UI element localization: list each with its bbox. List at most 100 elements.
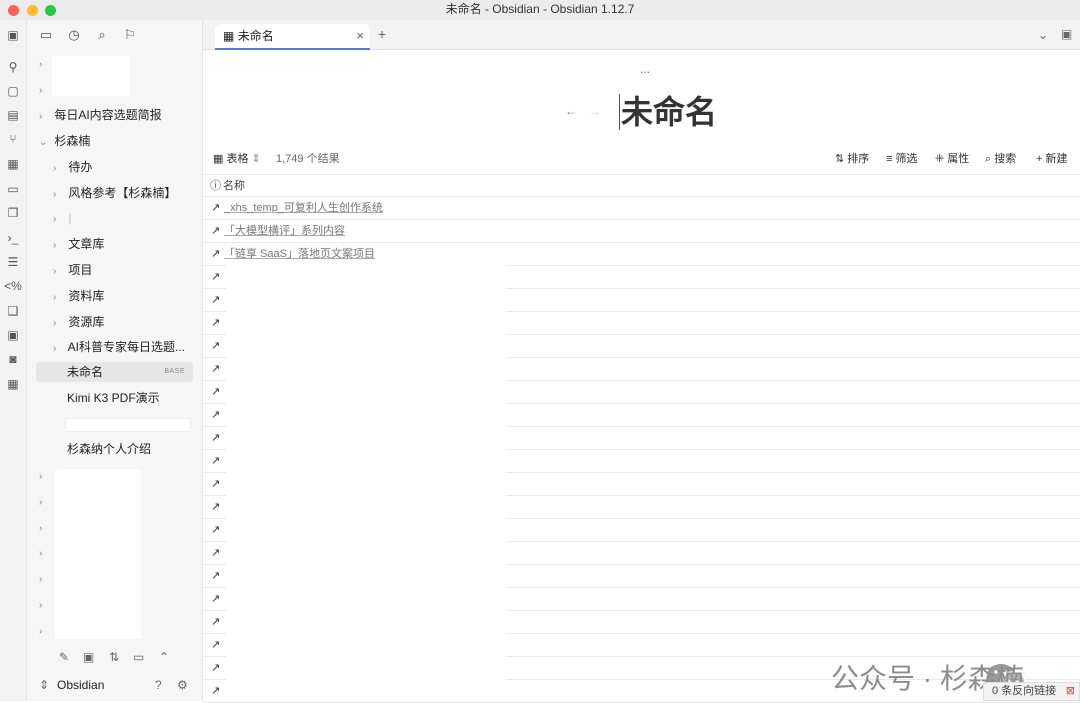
- tree-item-redacted-6[interactable]: ›: [39, 516, 51, 538]
- tree-item-redacted-3[interactable]: › |: [53, 207, 71, 229]
- minimize-window-button[interactable]: [27, 5, 38, 16]
- properties-icon: ⁜: [935, 153, 945, 165]
- copy-icon[interactable]: ❐: [4, 204, 22, 222]
- table-row[interactable]: ↗ 「链享 SaaS」落地页文案项目: [203, 243, 1080, 266]
- help-icon[interactable]: ?: [155, 678, 162, 692]
- folder-icon[interactable]: ▭: [37, 26, 55, 44]
- chevron-right-icon: ›: [39, 574, 43, 585]
- result-count: 1,749 个结果: [276, 153, 340, 165]
- row-link[interactable]: 「链享 SaaS」落地页文案项目: [224, 243, 375, 265]
- new-button[interactable]: + 新建: [1036, 148, 1068, 170]
- image-icon[interactable]: ▣: [4, 326, 22, 344]
- filter-button[interactable]: ≡ 筛选: [886, 148, 917, 170]
- more-options[interactable]: ...: [640, 62, 650, 76]
- tree-item-redacted-4[interactable]: ›: [39, 464, 51, 486]
- vault-name[interactable]: Obsidian: [57, 678, 104, 692]
- link-arrow-icon: ↗: [211, 202, 221, 214]
- bot-icon[interactable]: ◙: [4, 350, 22, 368]
- tree-item-redacted-9[interactable]: ›: [39, 593, 51, 615]
- tree-item-kimi-pdf[interactable]: Kimi K3 PDF演示: [67, 387, 160, 409]
- calendar-icon[interactable]: ▭: [4, 180, 22, 198]
- terminal-icon[interactable]: ›_: [4, 229, 22, 247]
- zoom-window-button[interactable]: [45, 5, 56, 16]
- tree-item-redacted-7[interactable]: ›: [39, 541, 51, 563]
- chevron-updown-icon: ⇕: [251, 153, 261, 165]
- sort-label: 排序: [847, 153, 870, 165]
- clock-icon[interactable]: ◷: [65, 26, 83, 44]
- table-row[interactable]: ↗ 「大模型横评」系列内容: [203, 220, 1080, 243]
- link-arrow-icon: ↗: [211, 248, 221, 260]
- graph-icon[interactable]: ⚲: [4, 58, 22, 76]
- row-link[interactable]: _xhs_temp_可复利人生创作系统: [224, 197, 383, 219]
- page-title[interactable]: 未命名: [621, 92, 717, 132]
- new-label: 新建: [1045, 153, 1068, 165]
- new-folder-icon[interactable]: ▣: [83, 650, 94, 664]
- text-cursor: |: [68, 211, 72, 225]
- list-icon[interactable]: ☰: [4, 253, 22, 271]
- search-button[interactable]: ⌕ 搜索: [985, 148, 1016, 170]
- tree-item-todo[interactable]: › 待办: [53, 156, 92, 178]
- tree-item-daily-brief[interactable]: › 每日AI内容选题简报: [39, 104, 162, 126]
- tree-item-redacted-2[interactable]: ›: [39, 78, 51, 100]
- filter-label: 筛选: [895, 153, 918, 165]
- link-arrow-icon: ↗: [211, 478, 221, 490]
- redacted-area: [226, 265, 506, 697]
- chevron-right-icon: ›: [53, 266, 57, 277]
- tree-item-redacted-5[interactable]: ›: [39, 490, 51, 512]
- tree-item-redacted-10[interactable]: ›: [39, 619, 51, 641]
- tree-item-ai-science[interactable]: › AI科普专家每日选题...: [53, 336, 185, 358]
- tree-item-redacted-1[interactable]: ›: [39, 52, 51, 74]
- tree-item-redacted-8[interactable]: ›: [39, 567, 51, 589]
- right-sidebar-toggle-icon[interactable]: ▣: [1061, 27, 1072, 41]
- branch-icon[interactable]: ⑂: [4, 130, 22, 148]
- search-icon[interactable]: ⌕: [93, 26, 111, 44]
- tree-item-style-ref[interactable]: › 风格参考【杉森楠】: [53, 182, 176, 204]
- view-selector[interactable]: ▦ 表格 ⇕: [213, 148, 261, 170]
- title-cursor: [619, 94, 620, 130]
- row-link[interactable]: 「大模型横评」系列内容: [224, 220, 345, 242]
- sort-button[interactable]: ⇅ 排序: [835, 148, 869, 170]
- new-note-icon[interactable]: ✎: [59, 650, 69, 664]
- tree-item-articles[interactable]: › 文章库: [53, 233, 104, 255]
- settings-icon[interactable]: ⚙: [177, 678, 188, 692]
- sidebar-footer: ✎ ▣ ⇅ ▭ ⌃ ⇕ Obsidian ? ⚙: [27, 648, 203, 701]
- vault-switch-icon[interactable]: ⇕: [39, 678, 49, 692]
- status-bar: 0 条反向链接 ⊠: [983, 682, 1080, 701]
- template-icon[interactable]: <%: [4, 277, 22, 295]
- table-row[interactable]: ↗ _xhs_temp_可复利人生创作系统: [203, 197, 1080, 220]
- bookmark-icon[interactable]: ⚐: [121, 26, 139, 44]
- book-icon[interactable]: ❑: [4, 302, 22, 320]
- sidebar-toggle-icon[interactable]: ▣: [4, 26, 22, 44]
- close-window-button[interactable]: [8, 5, 19, 16]
- chevron-right-icon: ›: [39, 111, 43, 122]
- tree-item-projects[interactable]: › 项目: [53, 259, 92, 281]
- close-tab-icon[interactable]: ×: [356, 24, 364, 48]
- tree-item-untitled-base[interactable]: 未命名 BASE: [36, 362, 193, 382]
- tree-item-materials[interactable]: › 资料库: [53, 285, 104, 307]
- table-icon[interactable]: ▦: [4, 375, 22, 393]
- chevron-down-icon[interactable]: ⌄: [1038, 28, 1048, 42]
- collapse-all-icon[interactable]: ⌃: [159, 650, 169, 664]
- tree-item-profile[interactable]: 杉森纳个人介绍: [67, 438, 151, 460]
- chevron-right-icon: ›: [39, 548, 43, 559]
- new-tab-icon[interactable]: +: [378, 26, 386, 42]
- tab-untitled[interactable]: ▦ 未命名 ×: [215, 24, 370, 50]
- file-explorer: ▭ ◷ ⌕ ⚐ › › › 每日AI内容选题简报 ⌄ 杉森楠 › 待办 › 风格…: [27, 20, 203, 701]
- collapse-view-icon[interactable]: ▭: [133, 650, 144, 664]
- sort-icon[interactable]: ⇅: [109, 650, 119, 664]
- back-arrow-icon[interactable]: ←: [565, 104, 577, 118]
- window-titlebar: 未命名 - Obsidian - Obsidian 1.12.7: [0, 0, 1080, 20]
- chevron-down-icon: ⌄: [39, 137, 48, 148]
- link-arrow-icon: ↗: [211, 570, 221, 582]
- tree-item-resources[interactable]: › 资源库: [53, 311, 104, 333]
- column-header-name[interactable]: 名称: [223, 175, 245, 197]
- tree-item-shansennan[interactable]: ⌄ 杉森楠: [39, 130, 90, 152]
- new-note-icon[interactable]: ▢: [4, 82, 22, 100]
- forward-arrow-icon[interactable]: →: [589, 104, 601, 118]
- backlinks-count[interactable]: 0 条反向链接: [992, 685, 1056, 697]
- grid-icon[interactable]: ▦: [4, 155, 22, 173]
- file-icon[interactable]: ▤: [4, 106, 22, 124]
- chevron-right-icon: ›: [53, 343, 57, 354]
- link-arrow-icon: ↗: [211, 317, 221, 329]
- properties-button[interactable]: ⁜ 属性: [935, 148, 969, 170]
